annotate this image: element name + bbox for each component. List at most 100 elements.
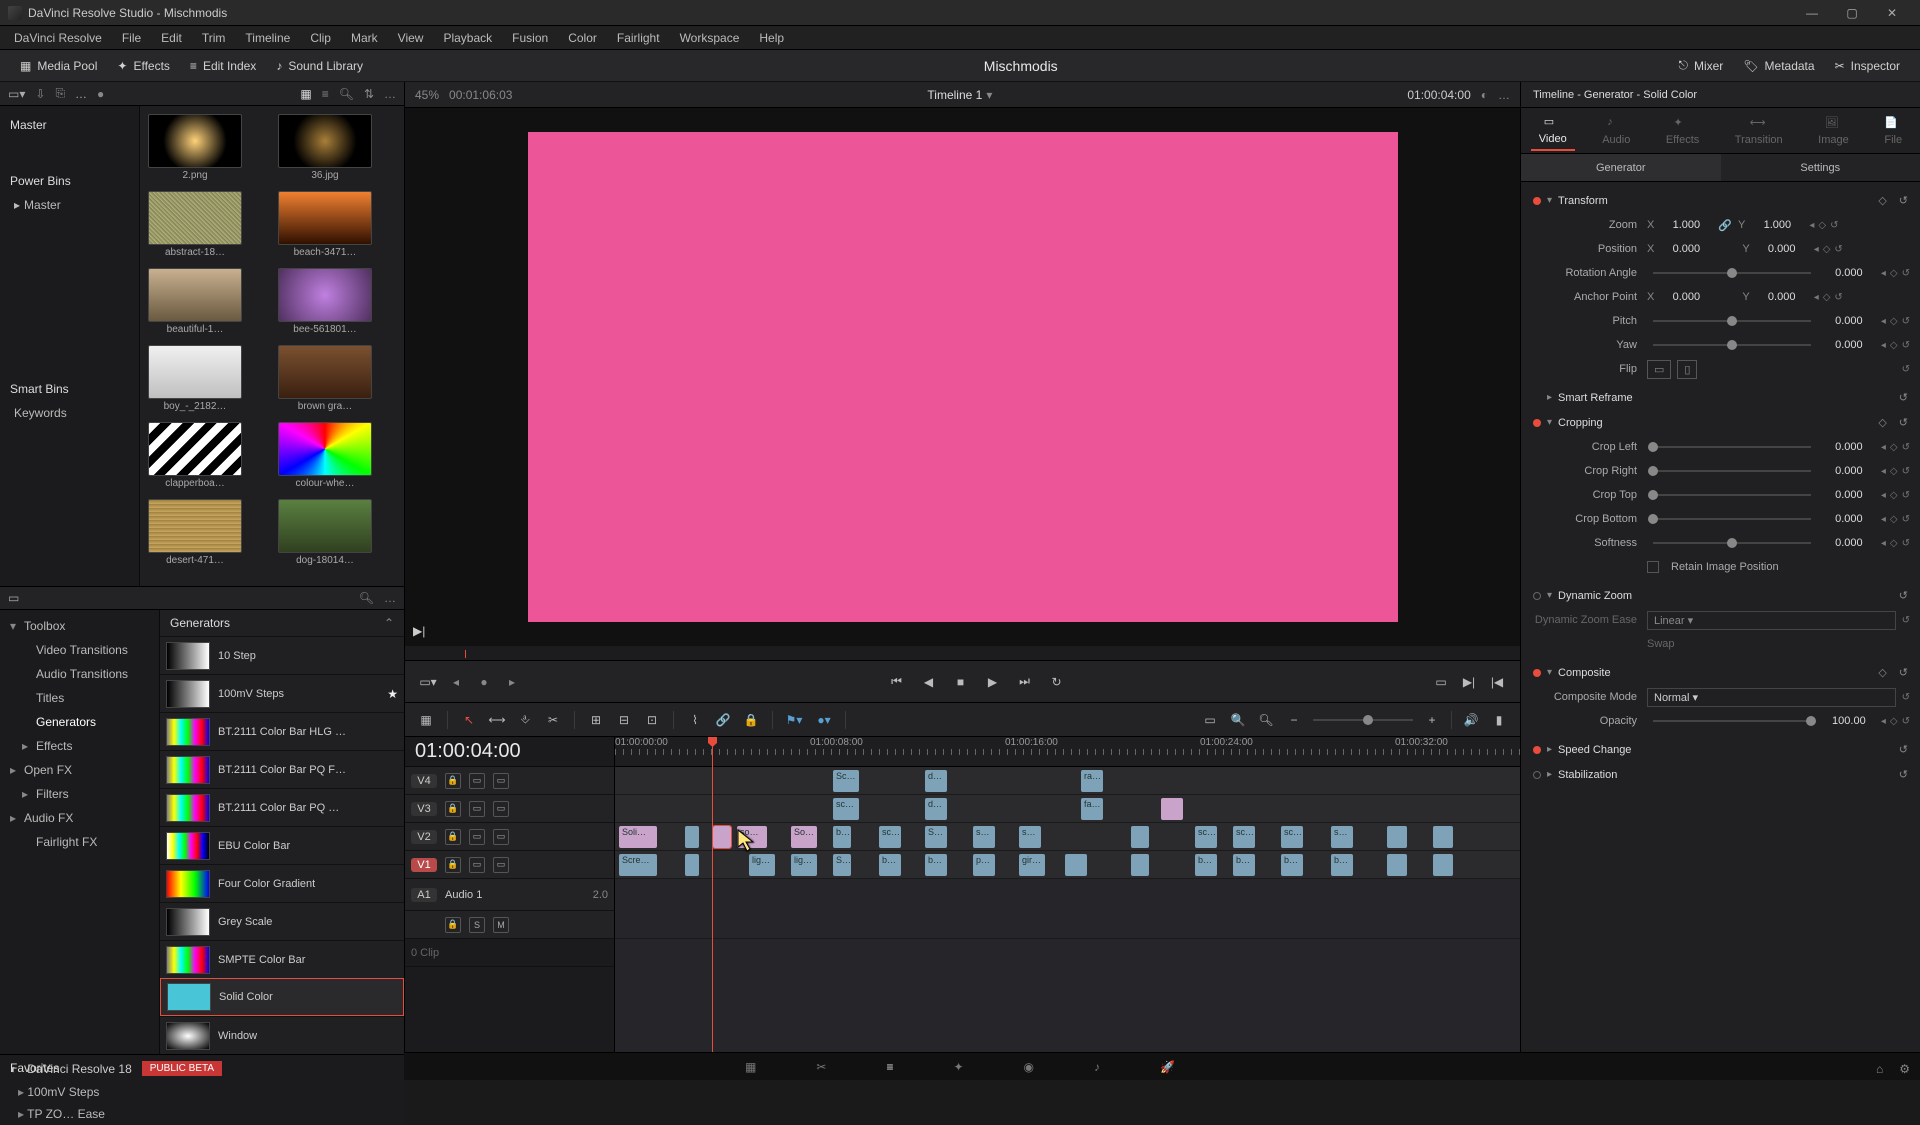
media-thumbnail[interactable]: brown gra… — [278, 345, 372, 412]
go-start-icon[interactable]: |◀ — [1488, 673, 1506, 691]
page-color[interactable]: ◉ — [1024, 1060, 1034, 1074]
viewer[interactable]: ▶| — [405, 108, 1520, 646]
timeline-view-options-icon[interactable]: ▦ — [417, 711, 435, 729]
zoom-in-button[interactable]: + — [1423, 711, 1441, 729]
dynamic-trim-icon[interactable]: ⎀ — [516, 711, 534, 729]
crop-top-field[interactable]: 0.000 — [1823, 489, 1875, 501]
inspector-tab-effects[interactable]: ✦Effects — [1658, 112, 1707, 150]
generator-ebu-color-bar[interactable]: EBU Color Bar — [160, 826, 404, 864]
snap-icon[interactable]: ⌇ — [686, 711, 704, 729]
favorite-item[interactable]: ▸ 100mV Steps — [0, 1081, 404, 1103]
viewer-scrubber[interactable] — [405, 646, 1520, 660]
timeline-clip[interactable]: b… — [1195, 854, 1217, 876]
zoom-custom-icon[interactable]: 🔍︎ — [1257, 711, 1275, 729]
ellipsis-icon[interactable]: … — [75, 87, 87, 101]
window-close-button[interactable]: ✕ — [1872, 1, 1912, 25]
crop-soft-slider[interactable] — [1653, 542, 1811, 544]
track-header-v3[interactable]: V3🔒▭▭ — [405, 795, 614, 823]
timeline-ruler[interactable]: 01:00:00:0001:00:08:0001:00:16:0001:00:2… — [615, 737, 1520, 767]
track-row-v4[interactable]: Sc…d…ra… — [615, 767, 1520, 795]
link-icon[interactable]: ⎘ — [55, 86, 65, 101]
section-transform-header[interactable]: ▾Transform◇↺ — [1531, 188, 1910, 213]
flag-icon[interactable]: ⚑▾ — [785, 711, 803, 729]
crop-bottom-field[interactable]: 0.000 — [1823, 513, 1875, 525]
menu-timeline[interactable]: Timeline — [237, 29, 298, 47]
track-header-v4[interactable]: V4🔒▭▭ — [405, 767, 614, 795]
fx-tree-video-transitions[interactable]: Video Transitions — [0, 638, 159, 662]
crop-left-field[interactable]: 0.000 — [1823, 441, 1875, 453]
generator-100mv-steps[interactable]: 100mV Steps★ — [160, 674, 404, 712]
menu-file[interactable]: File — [114, 29, 149, 47]
crop-left-slider[interactable] — [1653, 446, 1811, 448]
generator-four-color-gradient[interactable]: Four Color Gradient — [160, 864, 404, 902]
timeline-clip[interactable]: s… — [1331, 826, 1353, 848]
timeline-clip[interactable]: b… — [879, 854, 901, 876]
track-header-a1[interactable]: A1Audio 12.0 — [405, 879, 614, 911]
fx-tree-generators[interactable]: Generators — [0, 710, 159, 734]
lock-icon[interactable]: 🔒 — [445, 801, 461, 817]
media-thumbnail[interactable]: boy_-_2182… — [148, 345, 242, 412]
list-view-icon[interactable]: ≡ — [322, 87, 329, 101]
window-minimize-button[interactable]: — — [1792, 1, 1832, 25]
crop-bottom-slider[interactable] — [1653, 518, 1811, 520]
first-frame-button[interactable]: ⏮ — [888, 673, 906, 691]
inspector-tab[interactable]: ✂Inspector — [1825, 55, 1910, 77]
fx-tree-titles[interactable]: Titles — [0, 686, 159, 710]
timeline-clip[interactable] — [1131, 854, 1149, 876]
page-cut[interactable]: ✂ — [816, 1060, 826, 1074]
effects-search-icon[interactable]: 🔍︎ — [359, 591, 374, 605]
timeline-clip[interactable]: b… — [1233, 854, 1255, 876]
marker-icon[interactable]: ●▾ — [815, 711, 833, 729]
timeline-clip[interactable] — [1161, 798, 1183, 820]
edit-index-tab[interactable]: ≡Edit Index — [180, 55, 266, 77]
timeline-clip[interactable]: S… — [833, 854, 851, 876]
media-thumbnail[interactable]: 36.jpg — [278, 114, 372, 181]
viewer-bypass-icon[interactable]: ◐ — [1481, 88, 1488, 102]
fx-tree-effects[interactable]: ▸ Effects — [0, 734, 159, 758]
generator-bt-2111-color-bar-pq-[interactable]: BT.2111 Color Bar PQ … — [160, 788, 404, 826]
fx-tree-audio-transitions[interactable]: Audio Transitions — [0, 662, 159, 686]
section-cropping-header[interactable]: ▾Cropping◇↺ — [1531, 410, 1910, 435]
zoom-detail-icon[interactable]: 🔍 — [1229, 711, 1247, 729]
timeline-clip[interactable]: d… — [925, 770, 947, 792]
inspector-tab-image[interactable]: 🖼Image — [1810, 112, 1857, 150]
timeline-clip[interactable]: d… — [925, 798, 947, 820]
lock-icon[interactable]: 🔒 — [445, 773, 461, 789]
media-thumbnail[interactable]: abstract-18… — [148, 191, 242, 258]
flip-h-button[interactable]: ▭ — [1647, 360, 1671, 379]
menu-trim[interactable]: Trim — [194, 29, 234, 47]
timeline-clip[interactable] — [685, 854, 699, 876]
generator-bt-2111-color-bar-hlg-[interactable]: BT.2111 Color Bar HLG … — [160, 712, 404, 750]
timeline-clip[interactable]: lig… — [791, 854, 817, 876]
timeline-clip[interactable]: s… — [973, 826, 995, 848]
playhead[interactable] — [712, 737, 713, 1052]
fx-tree-fairlight-fx[interactable]: Fairlight FX — [0, 830, 159, 854]
media-thumbnail[interactable]: dog-18014… — [278, 499, 372, 566]
rotation-field[interactable]: 0.000 — [1823, 267, 1875, 279]
pos-x-field[interactable]: 0.000 — [1660, 243, 1712, 255]
fx-tree-open-fx[interactable]: ▸ Open FX — [0, 758, 159, 782]
timeline-clip[interactable]: sc… — [1195, 826, 1217, 848]
timeline-clip[interactable]: S… — [925, 826, 947, 848]
media-thumbnail[interactable]: colour-whe… — [278, 422, 372, 489]
page-fusion[interactable]: ✦ — [953, 1060, 963, 1074]
opacity-slider[interactable] — [1653, 720, 1811, 722]
section-speed-header[interactable]: ▸Speed Change↺ — [1531, 737, 1910, 762]
menu-fusion[interactable]: Fusion — [504, 29, 556, 47]
media-thumbnail[interactable]: beach-3471… — [278, 191, 372, 258]
auto-select-icon[interactable]: ▭ — [469, 857, 485, 873]
track-row-v1[interactable]: Scre…lig…lig…S…b…b…p…gir…b…b…b…b… — [615, 851, 1520, 879]
keyframe-icon[interactable]: ◇ — [1878, 194, 1886, 207]
generator-solid-color[interactable]: Solid Color — [160, 978, 404, 1016]
insert-clip-icon[interactable]: ⊞ — [587, 711, 605, 729]
crop-soft-field[interactable]: 0.000 — [1823, 537, 1875, 549]
timeline-clip[interactable]: s… — [1019, 826, 1041, 848]
replace-clip-icon[interactable]: ⊡ — [643, 711, 661, 729]
timeline-clip[interactable]: sc… — [1281, 826, 1303, 848]
track-row-v3[interactable]: sc…d…fa… — [615, 795, 1520, 823]
media-thumbnail[interactable]: beautiful-1… — [148, 268, 242, 335]
settings-icon[interactable]: ⚙ — [1899, 1062, 1910, 1076]
disable-icon[interactable]: ▭ — [493, 829, 509, 845]
favorite-item[interactable]: ▸ TP ZO… Ease — [0, 1103, 404, 1125]
timeline-dropdown-icon[interactable]: ▾ — [986, 88, 992, 102]
